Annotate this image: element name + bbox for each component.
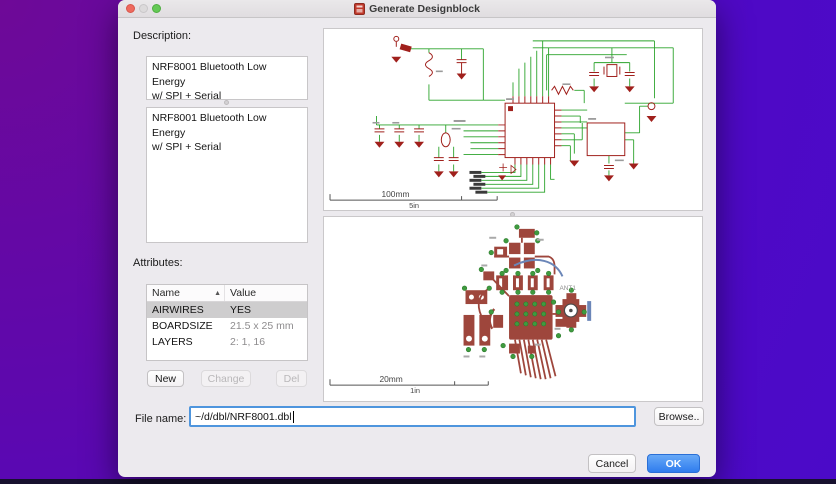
cancel-button[interactable]: Cancel xyxy=(588,454,636,473)
generate-designblock-dialog: Generate Designblock Description: NRF800… xyxy=(118,0,716,477)
desktop-bottom-bar xyxy=(0,479,836,484)
ok-button[interactable]: OK xyxy=(647,454,700,473)
attribute-row-boardsize[interactable]: BOARDSIZE 21.5 x 25 mm xyxy=(147,318,307,334)
attributes-label: Attributes: xyxy=(133,257,183,269)
file-name-value: ~/d/dbl/NRF8001.dbl xyxy=(195,410,292,423)
description-label: Description: xyxy=(133,30,192,42)
description-summary-box[interactable]: NRF8001 Bluetooth Low Energy w/ SPI + Se… xyxy=(146,56,308,100)
attribute-row-airwires[interactable]: AIRWIRES YES xyxy=(147,302,307,318)
schematic-wires xyxy=(376,40,674,193)
description-detail-box[interactable]: NRF8001 Bluetooth Low Energy w/ SPI + Se… xyxy=(146,107,308,243)
description-splitter-handle[interactable] xyxy=(224,100,229,105)
desktop-background: Generate Designblock Description: NRF800… xyxy=(0,0,836,484)
board-scale-metric: 20mm xyxy=(379,374,402,384)
schematic-preview: 100mm 5in xyxy=(323,28,703,211)
column-header-value[interactable]: Value xyxy=(225,287,256,299)
window-title: Generate Designblock xyxy=(369,2,480,15)
schematic-scale-imperial: 5in xyxy=(409,201,419,210)
sort-ascending-icon: ▲ xyxy=(214,289,221,297)
attribute-row-layers[interactable]: LAYERS 2: 1, 16 xyxy=(147,334,307,350)
attributes-table[interactable]: Name ▲ Value AIRWIRES YES BOARDSIZE 21.5… xyxy=(146,284,308,361)
board-antenna-label: ANT1 xyxy=(559,285,576,292)
change-attribute-button[interactable]: Change xyxy=(201,370,251,387)
schematic-scale-metric: 100mm xyxy=(381,189,409,199)
file-name-input[interactable]: ~/d/dbl/NRF8001.dbl xyxy=(189,406,636,427)
schematic-scale-bar: 100mm 5in xyxy=(329,189,498,210)
column-header-name[interactable]: Name ▲ xyxy=(147,285,225,301)
board-preview: ANT1 20mm 1in xyxy=(323,216,703,402)
text-cursor xyxy=(292,410,294,423)
board-scale-bar: 20mm 1in xyxy=(329,374,489,395)
del-attribute-button[interactable]: Del xyxy=(276,370,307,387)
board-scale-imperial: 1in xyxy=(410,386,420,395)
browse-button[interactable]: Browse.. xyxy=(654,407,704,426)
new-attribute-button[interactable]: New xyxy=(147,370,184,387)
file-name-label: File name: xyxy=(135,413,187,425)
attributes-table-header: Name ▲ Value xyxy=(147,285,307,302)
designblock-icon xyxy=(354,2,366,15)
schematic-parts xyxy=(372,35,657,194)
titlebar[interactable]: Generate Designblock xyxy=(118,0,716,18)
